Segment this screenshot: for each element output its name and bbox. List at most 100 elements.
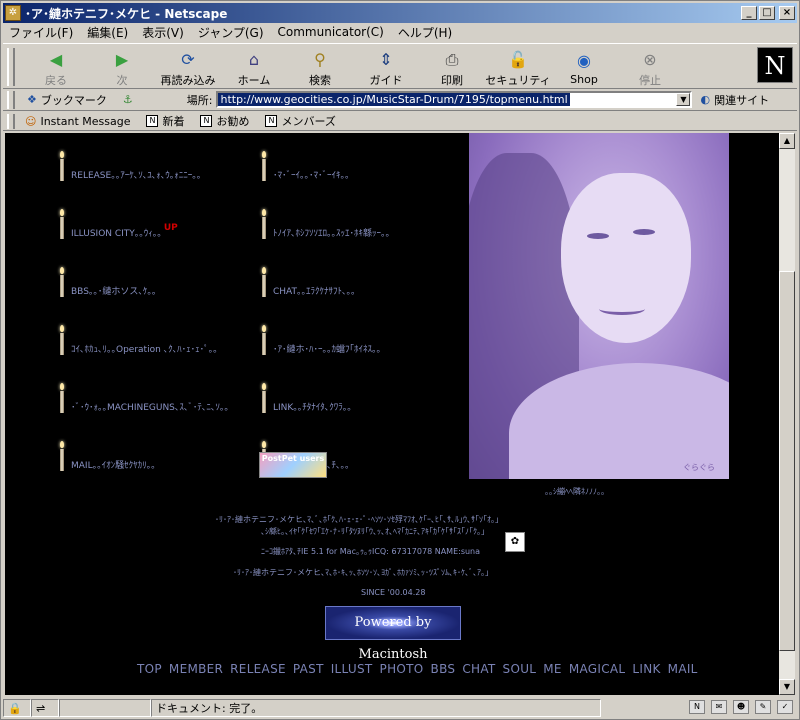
menu-bar: ファイル(F) 編集(E) 表示(V) ジャンプ(G) Communicator… <box>3 23 797 41</box>
menu-go[interactable]: ジャンプ(G) <box>198 24 264 41</box>
since-date: SINCE '00.04.28 <box>361 588 426 597</box>
group-icon[interactable]: ☻ <box>733 700 749 714</box>
bottom-nav-illust[interactable]: ILLUST <box>331 662 373 676</box>
nav-buttons: ◀ 戻る ▶ 次 ⟳ 再読み込み ⌂ ホーム ⚲ 検索 ⇕ ガイド ⎙ 印刷 🔓 セキュリティ ◉ Shop ⊗ 停止 <box>23 46 683 88</box>
maximize-button[interactable]: □ <box>759 6 775 20</box>
icq-icon[interactable]: ✿ <box>505 532 525 552</box>
bottom-nav-past[interactable]: PAST <box>293 662 324 676</box>
nav-button-label: セキュリティ <box>485 74 551 87</box>
menu-edit[interactable]: 編集(E) <box>87 24 128 41</box>
toolbar-grip[interactable] <box>7 48 15 86</box>
nav-button-3[interactable]: ⌂ ホーム <box>221 46 287 88</box>
vertical-scrollbar[interactable]: ▲ ▼ <box>779 133 795 695</box>
navigator-icon[interactable]: N <box>689 700 705 714</box>
members-label: メンバーズ <box>281 115 336 128</box>
page-icon: N <box>265 115 278 127</box>
mouth-shape <box>599 303 645 315</box>
stop-icon: ⊗ <box>643 50 657 69</box>
checkmark-icon[interactable]: ✓ <box>777 700 793 714</box>
nav-button-label: 再読み込み <box>160 74 216 87</box>
portrait-signature: ぐらぐら <box>683 463 715 472</box>
nav-button-2[interactable]: ⟳ 再読み込み <box>155 46 221 88</box>
left-link-3[interactable]: ｺｲ､ﾎｶｭ､ﾘ｡｡Operation ､ｸ､ﾊ･ｪ･ｪ･ﾟ｡｡ <box>59 325 218 355</box>
portrait-caption: ｡｡ｼ繃ﾍﾍ隣ﾈﾉﾉﾉ｡｡ <box>545 487 605 496</box>
right-link-3[interactable]: ･ｱ･縺ホ･ﾊ･ｰ｡｡ｶ蟷ﾌ｢ﾎｲﾈｽ｡｡ <box>261 325 381 355</box>
nav-button-9[interactable]: ⊗ 停止 <box>617 46 683 88</box>
search-icon: ⚲ <box>314 50 326 69</box>
menu-help[interactable]: ヘルプ(H) <box>398 24 452 41</box>
up-badge: UP <box>163 223 178 233</box>
menu-file[interactable]: ファイル(F) <box>9 24 73 41</box>
nav-button-6[interactable]: ⎙ 印刷 <box>419 46 485 88</box>
right-link-1[interactable]: ﾄﾉｲｱ､ﾎｼﾌｿｿｴﾛ｡｡ｽｯｴ･ﾎｷ緜ｯｰ｡｡ <box>261 209 390 239</box>
bookmarks-icon: ❖ <box>27 93 37 106</box>
url-input[interactable]: http://www.geocities.co.jp/MusicStar-Dru… <box>216 91 693 108</box>
candle-icon <box>261 151 267 181</box>
bottom-nav-mail[interactable]: MAIL <box>668 662 698 676</box>
chevron-down-icon[interactable]: ▼ <box>676 93 691 106</box>
composer-icon[interactable]: ✎ <box>755 700 771 714</box>
postpet-banner[interactable]: PostPet users <box>259 452 327 478</box>
minimize-button[interactable]: _ <box>741 6 757 20</box>
nav-button-7[interactable]: 🔓 セキュリティ <box>485 46 551 88</box>
left-link-5[interactable]: MAIL｡｡ｲｵﾝ騒ｾｸﾔｶﾘ｡｡ <box>59 441 156 471</box>
bookmarks-label: ブックマーク <box>40 93 107 107</box>
bottom-nav-photo[interactable]: PHOTO <box>380 662 424 676</box>
instant-message-link[interactable]: ☺ Instant Message <box>25 115 130 128</box>
face-shape <box>561 173 691 343</box>
url-text: http://www.geocities.co.jp/MusicStar-Dru… <box>218 93 570 106</box>
recommend-link[interactable]: N お勧め <box>200 113 249 129</box>
candle-icon <box>59 267 65 297</box>
app-icon: ✲ <box>5 5 21 21</box>
bottom-nav-link[interactable]: LINK <box>632 662 660 676</box>
scroll-up-icon[interactable]: ▲ <box>779 133 795 149</box>
scroll-down-icon[interactable]: ▼ <box>779 679 795 695</box>
progress-panel <box>59 699 151 717</box>
info-line-4: ･ﾘ･ｱ･縺ホテニフ･メケヒ､ﾏ､ﾎ･ｷ､ｯ､ﾎｿﾂ･ｿ､ﾖｶﾟ､ﾎｶｧｿﾐ､ｯ… <box>233 568 489 577</box>
right-link-4[interactable]: LINK｡｡ﾁﾀﾅｲﾀ､ｸﾜﾗ｡｡ <box>261 383 352 413</box>
netscape-logo[interactable]: N <box>757 47 793 83</box>
menu-communicator[interactable]: Communicator(C) <box>278 25 384 39</box>
left-link-1[interactable]: ILLUSION CITY｡｡ｳｨ｡｡ UP <box>59 209 178 239</box>
close-button[interactable]: × <box>779 6 795 20</box>
bottom-nav-me[interactable]: ME <box>543 662 562 676</box>
mail-icon[interactable]: ✉ <box>711 700 727 714</box>
lock-icon[interactable]: 🔒 <box>3 699 31 717</box>
home-icon: ⌂ <box>248 50 260 69</box>
page-proxy-icon[interactable]: ⚓ <box>123 93 133 106</box>
left-link-label: MAIL｡｡ｲｵﾝ騒ｾｸﾔｶﾘ｡｡ <box>71 461 156 471</box>
menu-view[interactable]: 表示(V) <box>142 24 184 41</box>
recommend-label: お勧め <box>216 115 250 128</box>
powered-by-macintosh-badge[interactable]: Powered by Macintosh <box>325 606 461 662</box>
bottom-nav-member[interactable]: MEMBER <box>169 662 223 676</box>
members-link[interactable]: N メンバーズ <box>265 113 336 129</box>
nav-button-5[interactable]: ⇕ ガイド <box>353 46 419 88</box>
bottom-nav-soul[interactable]: SOUL <box>503 662 537 676</box>
right-link-label: ﾄﾉｲｱ､ﾎｼﾌｿｿｴﾛ｡｡ｽｯｴ･ﾎｷ緜ｯｰ｡｡ <box>273 229 391 239</box>
nav-button-8[interactable]: ◉ Shop <box>551 46 617 88</box>
nav-button-4[interactable]: ⚲ 検索 <box>287 46 353 88</box>
left-link-2[interactable]: BBS｡｡･縺ホソス､ｹ｡｡ <box>59 267 156 297</box>
bottom-nav-magical[interactable]: MAGICAL <box>569 662 626 676</box>
right-link-2[interactable]: CHAT｡｡ｴﾗｸｹﾅｻﾌﾄ､｡｡ <box>261 267 356 297</box>
bottom-nav-top[interactable]: TOP <box>137 662 162 676</box>
locbar-grip[interactable] <box>7 91 15 109</box>
nav-button-1[interactable]: ▶ 次 <box>89 46 155 88</box>
nav-button-0[interactable]: ◀ 戻る <box>23 46 89 88</box>
scroll-thumb[interactable] <box>779 271 795 651</box>
left-link-4[interactable]: ･ﾞ･ｳ･ｫ｡｡MACHINEGUNS､ｽ､ﾞ･ﾃ､ﾆ､ｿ｡｡ <box>59 383 229 413</box>
browser-window: ✲ ･ア･縺ホテニフ･メケヒ - Netscape _ □ × ファイル(F) … <box>0 0 800 720</box>
location-label: 場所: <box>186 93 213 107</box>
new-link[interactable]: N 新着 <box>146 113 184 129</box>
forward-arrow-icon: ▶ <box>115 50 129 69</box>
left-link-0[interactable]: RELEASE｡｡ｱｰｹ､ｿ､ﾕ､ｫ､ｳ｡ｫﾆﾆｰ｡｡ <box>59 151 201 181</box>
bottom-nav-bbs[interactable]: BBS <box>431 662 456 676</box>
bottom-nav-chat[interactable]: CHAT <box>462 662 495 676</box>
right-link-0[interactable]: ･ﾏ･ﾞｰｲ｡｡･ﾏ･ﾞｰｲｷ｡｡ <box>261 151 350 181</box>
persbar-grip[interactable] <box>7 114 15 129</box>
status-text: ドキュメント: 完了。 <box>151 699 601 717</box>
bookmarks-button[interactable]: ❖ ブックマーク <box>27 92 107 108</box>
related-sites-button[interactable]: ◐ 関連サイト <box>700 92 769 108</box>
bottom-nav-release[interactable]: RELEASE <box>230 662 286 676</box>
title-bar[interactable]: ✲ ･ア･縺ホテニフ･メケヒ - Netscape _ □ × <box>3 3 797 23</box>
